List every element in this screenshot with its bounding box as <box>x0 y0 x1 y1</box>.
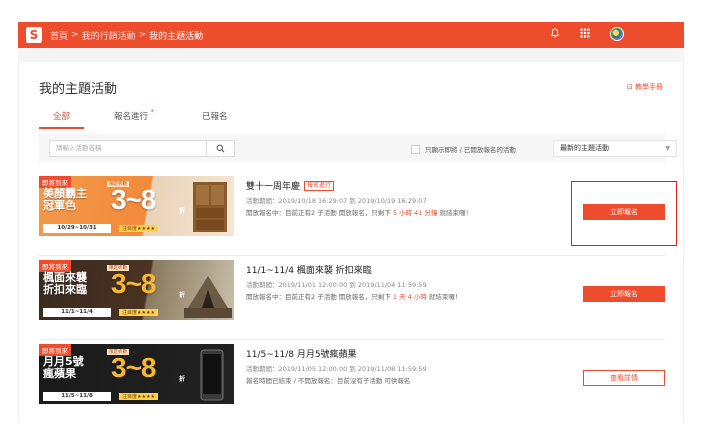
banner-unit: 折 <box>179 376 186 383</box>
campaign-name[interactable]: 雙十一周年慶 報名進行 <box>246 179 335 192</box>
avatar[interactable] <box>610 27 624 41</box>
sort-value: 最新的主題活動 <box>560 144 609 152</box>
open-only-checkbox[interactable] <box>411 144 420 154</box>
campaign-banner[interactable]: 即將到來 月月5號 瘋蘋果 限定折數 3~8 折 11/5~11/8 注目度★★★… <box>39 344 234 404</box>
campaign-banner[interactable]: 即將到來 美顏霸主 冠軍色 限定折數 3~8 折 10/29~10/31 注目度★… <box>39 176 234 236</box>
shopee-logo[interactable]: S <box>26 27 42 43</box>
campaign-row: 即將到來 月月5號 瘋蘋果 限定折數 3~8 折 11/5~11/8 注目度★★★… <box>39 344 665 424</box>
banner-date: 11/1~11/4 <box>43 308 111 317</box>
tab-label: 報名進行 <box>114 112 149 122</box>
campaign-period: 活動期間：2019/11/05 12:00:00 到 2019/11/08 11… <box>246 365 427 373</box>
header-spacer <box>18 48 684 62</box>
banner-title: 月月5號 瘋蘋果 <box>43 355 84 380</box>
campaign-name[interactable]: 11/1~11/4 楓面來襲 折扣來臨 <box>246 263 372 276</box>
breadcrumb: 首頁 > 我的行銷活動 > 我的主題活動 <box>50 29 203 42</box>
banner-date: 10/29~10/31 <box>43 224 111 233</box>
breadcrumb-marketing[interactable]: 我的行銷活動 <box>82 29 136 42</box>
campaign-status: 報名時間已結束 / 不開放報名：目前沒有子活動 可供報名 <box>246 377 411 385</box>
phone-image <box>200 349 224 401</box>
open-only-label: 只顯示即將 / 已開放報名的活動 <box>425 146 516 154</box>
tab-bar: 全部 報名進行 * 已報名 <box>39 108 270 129</box>
top-navigation-bar: S 首頁 > 我的行銷活動 > 我的主題活動 <box>18 22 684 48</box>
page-title: 我的主題活動 <box>39 82 118 97</box>
banner-title: 美顏霸主 冠軍色 <box>43 187 87 212</box>
sort-select[interactable]: 最新的主題活動 ▼ <box>553 140 677 157</box>
chevron-down-icon: ▼ <box>665 145 670 152</box>
status-badge: 報名進行 <box>304 180 335 191</box>
tent-image <box>184 276 232 318</box>
tab-label: 全部 <box>53 112 71 122</box>
search-button[interactable] <box>206 140 235 157</box>
filter-bar: 請輸入活動名稱 只顯示即將 / 已開放報名的活動 最新的主題活動 ▼ <box>39 134 677 162</box>
banner-date: 11/5~11/8 <box>43 392 111 401</box>
tab-all[interactable]: 全部 <box>39 108 85 129</box>
tab-dot: * <box>150 108 155 116</box>
breadcrumb-separator: > <box>138 30 147 40</box>
tab-label: 已報名 <box>202 112 228 122</box>
bell-icon[interactable] <box>550 28 560 41</box>
campaign-status: 開放報名中：目前正有2 子活動 開放報名，只剩下 5 小時 41 分鐘 就結束囉… <box>246 209 473 217</box>
search-icon <box>216 144 225 153</box>
banner-stars: 注目度★★★★ <box>119 393 158 400</box>
banner-discount: 3~8 <box>111 352 156 383</box>
campaign-period: 活動期間：2019/10/18 16:29:07 到 2019/10/19 16… <box>246 197 427 205</box>
register-button[interactable]: 立即報名 <box>583 286 665 302</box>
search-input[interactable]: 請輸入活動名稱 <box>49 140 216 157</box>
banner-discount: 3~8 <box>111 268 156 299</box>
highlight-box <box>571 181 677 246</box>
header-actions <box>550 27 624 41</box>
campaign-row: 即將到來 楓面來襲 折扣來臨 限定折數 3~8 折 11/1~11/4 注目度★★… <box>39 260 665 340</box>
banner-stars: 注目度★★★★ <box>119 309 158 316</box>
breadcrumb-current: 我的主題活動 <box>149 31 204 42</box>
banner-discount: 3~8 <box>111 184 156 215</box>
banner-unit: 折 <box>179 208 186 215</box>
banner-title: 楓面來襲 折扣來臨 <box>43 271 87 296</box>
breadcrumb-home[interactable]: 首頁 <box>50 29 68 42</box>
view-details-button[interactable]: 查看詳情 <box>583 370 665 386</box>
tab-registering[interactable]: 報名進行 * <box>102 108 160 129</box>
tab-registered[interactable]: 已報名 <box>190 108 240 129</box>
campaign-name[interactable]: 11/5~11/8 月月5號瘋蘋果 <box>246 347 357 360</box>
help-manual-link[interactable]: ⊡ 教學手冊 <box>627 82 663 92</box>
open-only-filter[interactable]: 只顯示即將 / 已開放報名的活動 <box>411 144 516 154</box>
campaign-banner[interactable]: 即將到來 楓面來襲 折扣來臨 限定折數 3~8 折 11/1~11/4 注目度★★… <box>39 260 234 320</box>
apps-grid-icon[interactable] <box>580 28 590 41</box>
cabinet-image <box>193 182 227 232</box>
breadcrumb-separator: > <box>71 30 79 40</box>
banner-stars: 注目度★★★★ <box>119 225 158 232</box>
campaign-period: 活動期間：2019/11/01 12:00:00 到 2019/11/04 11… <box>246 281 427 289</box>
campaign-status: 開放報名中：目前正有2 子活動 開放報名，只剩下 1 天 4 小時 就結束囉！ <box>246 293 462 301</box>
page: S 首頁 > 我的行銷活動 > 我的主題活動 我的主題活動 ⊡ 教學手冊 全部 … <box>0 0 703 437</box>
